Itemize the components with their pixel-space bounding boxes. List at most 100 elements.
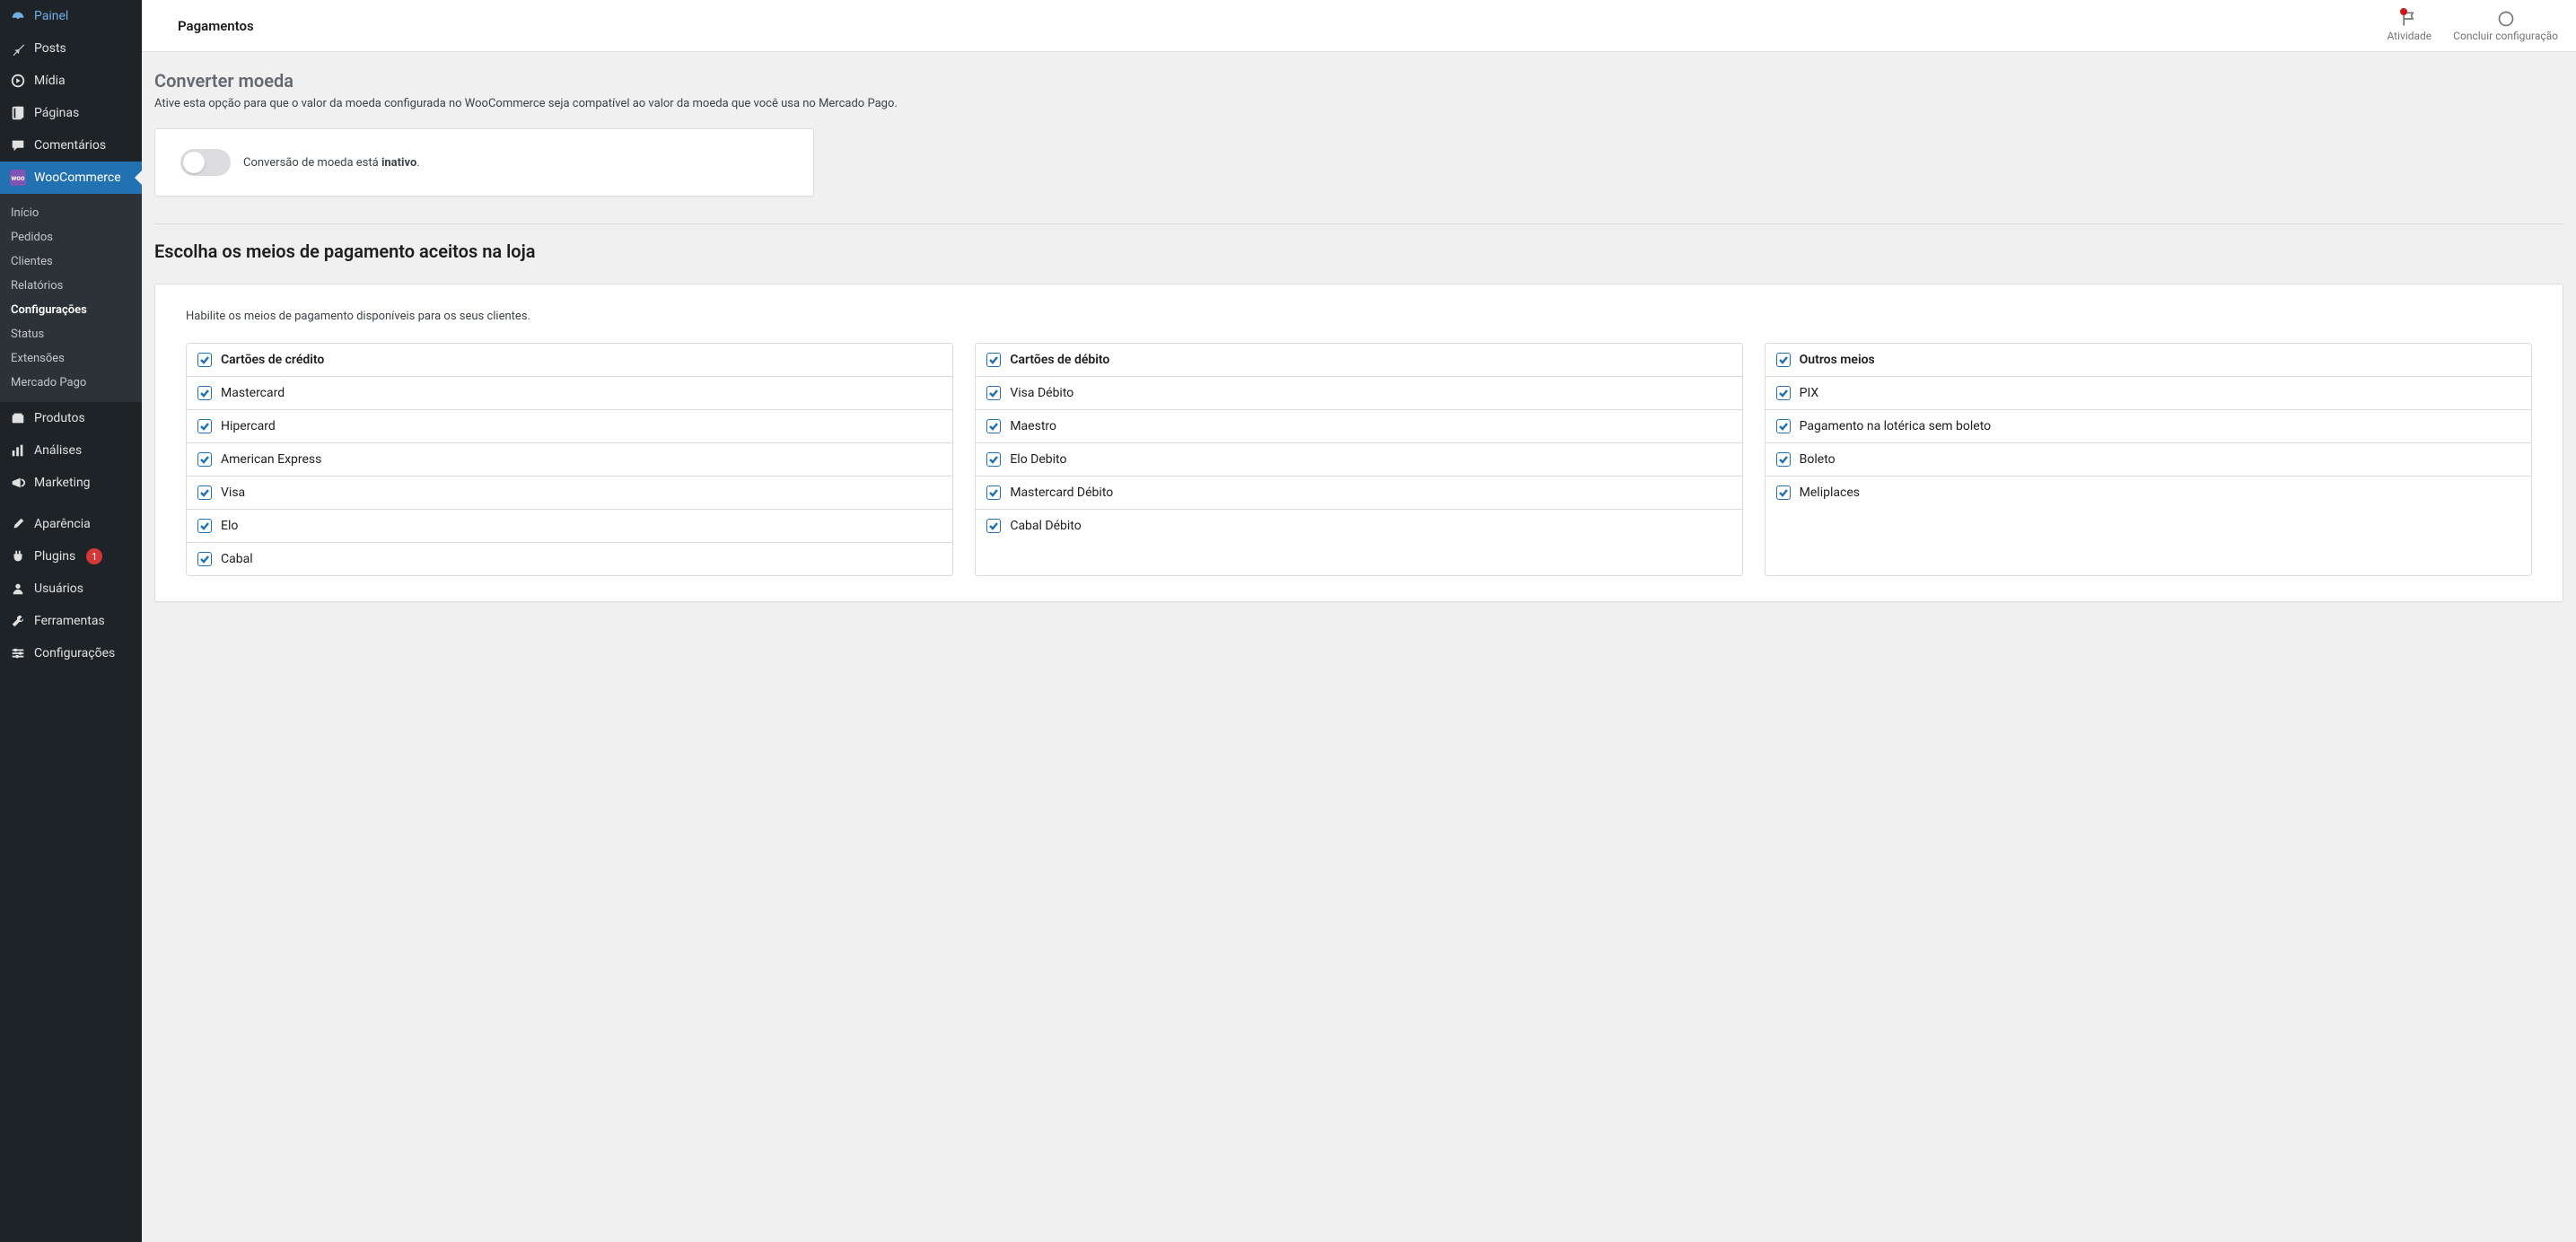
- menu-produtos[interactable]: Produtos: [0, 402, 142, 434]
- payment-item[interactable]: Pagamento na lotérica sem boleto: [1766, 410, 2531, 443]
- menu-label: Configurações: [34, 646, 115, 660]
- menu-usuarios[interactable]: Usuários: [0, 573, 142, 605]
- users-icon: [9, 580, 27, 598]
- payment-group-header[interactable]: Outros meios: [1766, 344, 2531, 377]
- submenu-inicio[interactable]: Início: [0, 201, 142, 225]
- checkbox[interactable]: [197, 452, 212, 467]
- menu-midia[interactable]: Mídia: [0, 65, 142, 97]
- topbar-actions: Atividade Concluir configuração: [2387, 10, 2558, 42]
- topbar-finish[interactable]: Concluir configuração: [2453, 10, 2558, 42]
- convert-toggle-label: Conversão de moeda está inativo.: [243, 156, 420, 170]
- menu-painel[interactable]: Painel: [0, 0, 142, 32]
- checkbox[interactable]: [197, 419, 212, 433]
- convert-title: Converter moeda: [154, 70, 2563, 92]
- submenu-relatorios[interactable]: Relatórios: [0, 274, 142, 298]
- pin-icon: [9, 39, 27, 57]
- page-title: Pagamentos: [160, 18, 254, 34]
- payment-item[interactable]: Mastercard Débito: [976, 477, 1741, 510]
- topbar: Pagamentos Atividade Concluir configuraç…: [142, 0, 2576, 52]
- checkbox[interactable]: [1776, 485, 1791, 500]
- menu-label: Ferramentas: [34, 614, 105, 628]
- payment-group-header[interactable]: Cartões de débito: [976, 344, 1741, 377]
- payment-item[interactable]: Elo: [187, 510, 952, 543]
- checkbox[interactable]: [986, 386, 1001, 400]
- tools-icon: [9, 612, 27, 630]
- menu-paginas[interactable]: Páginas: [0, 97, 142, 129]
- menu-label: Páginas: [34, 106, 79, 120]
- notification-dot: [2400, 8, 2407, 15]
- menu-label: Usuários: [34, 582, 83, 596]
- submenu-configuracoes[interactable]: Configurações: [0, 298, 142, 322]
- payment-item[interactable]: Visa Débito: [976, 377, 1741, 410]
- topbar-activity[interactable]: Atividade: [2387, 10, 2431, 42]
- payment-item[interactable]: Boleto: [1766, 443, 2531, 477]
- payment-item[interactable]: Cabal: [187, 543, 952, 575]
- menu-analises[interactable]: Análises: [0, 434, 142, 467]
- payment-item-label: Mastercard Débito: [1010, 485, 1113, 500]
- checkbox[interactable]: [986, 485, 1001, 500]
- payment-item[interactable]: Mastercard: [187, 377, 952, 410]
- submenu-clientes[interactable]: Clientes: [0, 249, 142, 274]
- convert-desc: Ative esta opção para que o valor da moe…: [154, 97, 2563, 110]
- payment-item[interactable]: PIX: [1766, 377, 2531, 410]
- group-header-label: Cartões de débito: [1010, 353, 1109, 367]
- checkbox[interactable]: [986, 419, 1001, 433]
- divider: [154, 223, 2563, 224]
- payment-columns: Cartões de créditoMastercard Hipercard Ame…: [186, 343, 2532, 576]
- payment-item[interactable]: Elo Debito: [976, 443, 1741, 477]
- submenu-status[interactable]: Status: [0, 322, 142, 346]
- checkbox[interactable]: [1776, 353, 1791, 367]
- menu-comentarios[interactable]: Comentários: [0, 129, 142, 162]
- payment-group-header[interactable]: Cartões de crédito: [187, 344, 952, 377]
- content: Converter moeda Ative esta opção para qu…: [142, 52, 2576, 620]
- payment-group: Cartões de créditoMastercard Hipercard Ame…: [186, 343, 953, 576]
- checkbox[interactable]: [197, 552, 212, 566]
- menu-posts[interactable]: Posts: [0, 32, 142, 65]
- topbar-activity-label: Atividade: [2387, 30, 2431, 42]
- payment-item[interactable]: Cabal Débito: [976, 510, 1741, 542]
- menu-configuracoes[interactable]: Configurações: [0, 637, 142, 669]
- menu-aparencia[interactable]: Aparência: [0, 508, 142, 540]
- comment-icon: [9, 136, 27, 154]
- checkbox[interactable]: [197, 485, 212, 500]
- payment-item[interactable]: Hipercard: [187, 410, 952, 443]
- menu-label: Mídia: [34, 74, 66, 88]
- menu-label: Análises: [34, 443, 82, 458]
- submenu-pedidos[interactable]: Pedidos: [0, 225, 142, 249]
- checkbox[interactable]: [1776, 452, 1791, 467]
- checkbox[interactable]: [986, 452, 1001, 467]
- submenu-woocommerce: Início Pedidos Clientes Relatórios Confi…: [0, 194, 142, 402]
- checkbox[interactable]: [197, 353, 212, 367]
- payment-item[interactable]: Maestro: [976, 410, 1741, 443]
- page-icon: [9, 104, 27, 122]
- checkbox[interactable]: [1776, 386, 1791, 400]
- payment-item-label: American Express: [221, 452, 321, 467]
- payment-item-label: Boleto: [1800, 452, 1836, 467]
- settings-icon: [9, 644, 27, 662]
- checkbox[interactable]: [1776, 419, 1791, 433]
- menu-plugins[interactable]: Plugins 1: [0, 540, 142, 573]
- payment-item-label: Visa Débito: [1010, 386, 1073, 400]
- main: Pagamentos Atividade Concluir configuraç…: [142, 0, 2576, 1242]
- payment-item-label: Hipercard: [221, 419, 276, 433]
- topbar-finish-label: Concluir configuração: [2453, 30, 2558, 42]
- payment-item[interactable]: American Express: [187, 443, 952, 477]
- menu-woocommerce[interactable]: woo WooCommerce: [0, 162, 142, 194]
- submenu-extensoes[interactable]: Extensões: [0, 346, 142, 371]
- group-header-label: Outros meios: [1800, 353, 1875, 367]
- menu-ferramentas[interactable]: Ferramentas: [0, 605, 142, 637]
- payment-item[interactable]: Visa: [187, 477, 952, 510]
- convert-toggle[interactable]: [180, 149, 231, 176]
- menu-marketing[interactable]: Marketing: [0, 467, 142, 499]
- sidebar: Painel Posts Mídia Páginas Comentários w…: [0, 0, 142, 1242]
- checkbox[interactable]: [197, 519, 212, 533]
- payment-item-label: Elo Debito: [1010, 452, 1066, 467]
- payment-item[interactable]: Meliplaces: [1766, 477, 2531, 509]
- menu-label: Aparência: [34, 517, 91, 531]
- checkbox[interactable]: [197, 386, 212, 400]
- checkbox[interactable]: [986, 353, 1001, 367]
- circle-icon: [2497, 10, 2515, 28]
- checkbox[interactable]: [986, 519, 1001, 533]
- payment-item-label: Meliplaces: [1800, 485, 1860, 500]
- submenu-mercadopago[interactable]: Mercado Pago: [0, 371, 142, 395]
